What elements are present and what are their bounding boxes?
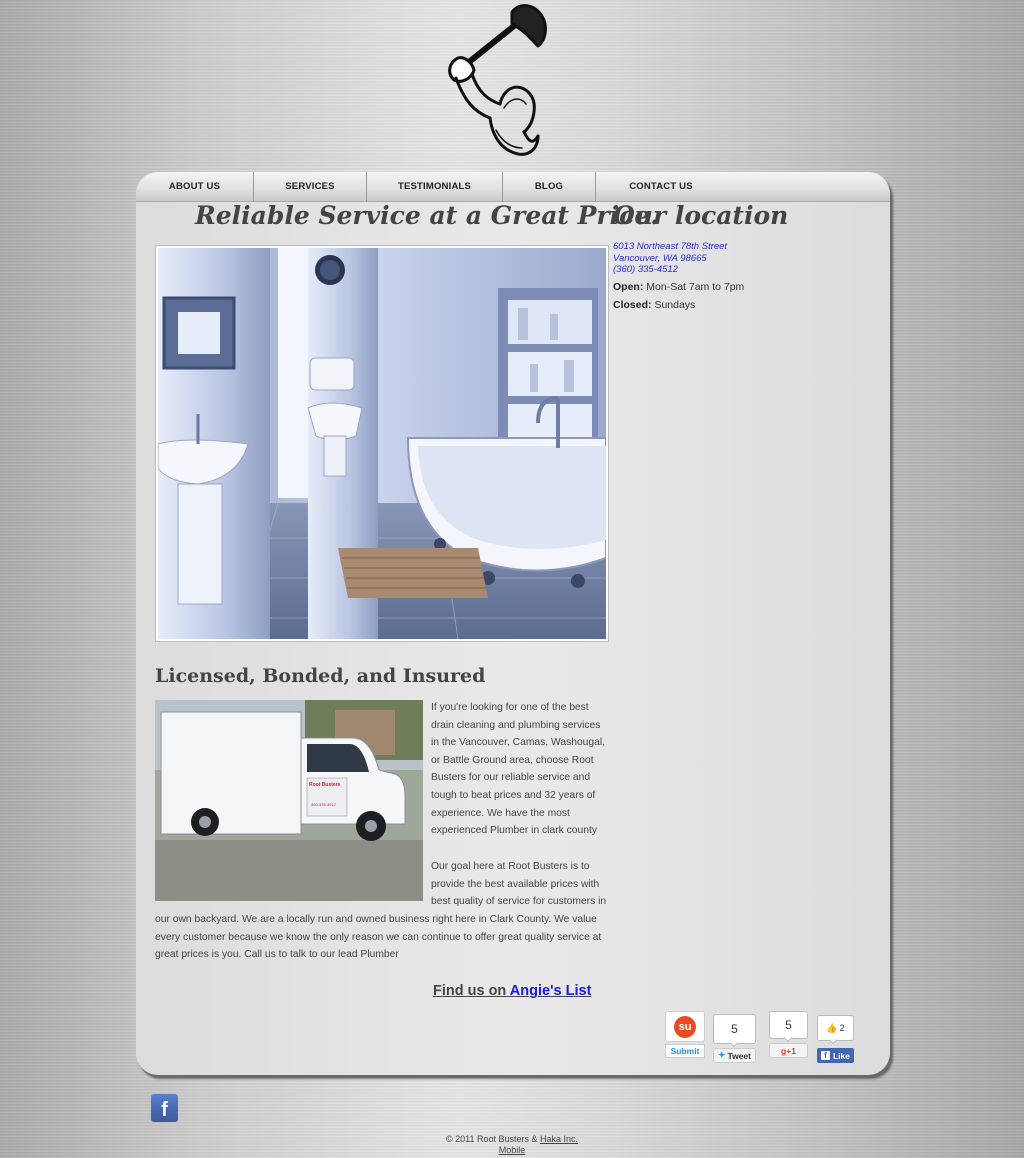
goal-paragraph-part1: Our goal here at Root Busters is to prov… <box>431 861 607 908</box>
open-label: Open: <box>613 281 644 293</box>
nav-item-blog[interactable]: BLOG <box>503 171 596 202</box>
fb-count-value: 2 <box>839 1023 845 1033</box>
thumbs-up-icon: 👍 <box>826 1022 838 1033</box>
stumbleupon-icon: su <box>674 1015 696 1038</box>
closed-value: Sundays <box>654 299 696 311</box>
fb-like-label: Like <box>832 1050 850 1061</box>
stumbleupon-widget[interactable]: su Submit <box>665 1011 705 1059</box>
facebook-like-icon: f <box>820 1051 830 1060</box>
plunger-arm-logo-icon[interactable] <box>434 0 550 160</box>
google-plus-icon: g+1 <box>781 1045 796 1056</box>
closed-label: Closed: <box>613 299 652 311</box>
intro-paragraph: If you're looking for one of the best dr… <box>431 702 605 837</box>
mobile-link[interactable]: Mobile <box>499 1145 526 1155</box>
facebook-like-button[interactable]: f Like <box>817 1048 854 1063</box>
find-us-prefix: Find us on <box>433 983 507 999</box>
address-street[interactable]: 6013 Northeast 78th Street <box>613 241 727 253</box>
address-phone[interactable]: (360) 335-4512 <box>613 264 727 276</box>
bathroom-image <box>158 248 606 639</box>
find-us-angies: Find us on Angie's List <box>433 983 591 999</box>
hero-image-frame <box>155 245 609 642</box>
goal-paragraph-part2: our own backyard. We are a locally run a… <box>155 914 602 961</box>
hours-closed: Closed: Sundays <box>613 299 695 311</box>
licensed-heading: Licensed, Bonded, and Insured <box>155 665 486 687</box>
page-heading: Reliable Service at a Great Price. <box>195 201 659 230</box>
hours-open: Open: Mon-Sat 7am to 7pm <box>613 281 744 293</box>
truck-text-name: Root Busters <box>309 782 341 788</box>
copyright-text: © 2011 Root Busters & <box>445 1134 538 1144</box>
stumbleupon-submit-button[interactable]: Submit <box>665 1044 705 1058</box>
nav-item-services[interactable]: SERVICES <box>254 171 367 202</box>
haka-inc-link[interactable]: Haka Inc. <box>540 1134 578 1144</box>
google-plus-button[interactable]: g+1 <box>769 1043 808 1058</box>
open-value: Mon-Sat 7am to 7pm <box>646 281 745 293</box>
nav-item-about-us[interactable]: ABOUT US <box>136 171 254 202</box>
angies-list-link[interactable]: Angie's List <box>510 983 592 999</box>
nav-item-contact-us[interactable]: CONTACT US <box>596 172 726 202</box>
nav-item-testimonials[interactable]: TESTIMONIALS <box>367 171 503 202</box>
twitter-icon: ✦ <box>717 1050 726 1060</box>
location-address[interactable]: 6013 Northeast 78th Street Vancouver, WA… <box>613 241 727 276</box>
facebook-icon[interactable]: f <box>151 1094 178 1122</box>
fb-like-count: 👍 2 <box>817 1015 854 1041</box>
address-city[interactable]: Vancouver, WA 98665 <box>613 253 727 265</box>
footer-copyright: © 2011 Root Busters & Haka Inc. Mobile <box>0 1134 1024 1156</box>
location-heading: Our location <box>613 201 789 230</box>
tweet-button[interactable]: ✦ Tweet <box>713 1048 756 1063</box>
tweet-label: Tweet <box>727 1050 751 1061</box>
truck-text-phone: 360-335-4512 <box>311 802 337 807</box>
main-nav: ABOUT US SERVICES TESTIMONIALS BLOG CONT… <box>136 171 890 202</box>
truck-image: Root Busters 360-335-4512 <box>155 700 423 901</box>
